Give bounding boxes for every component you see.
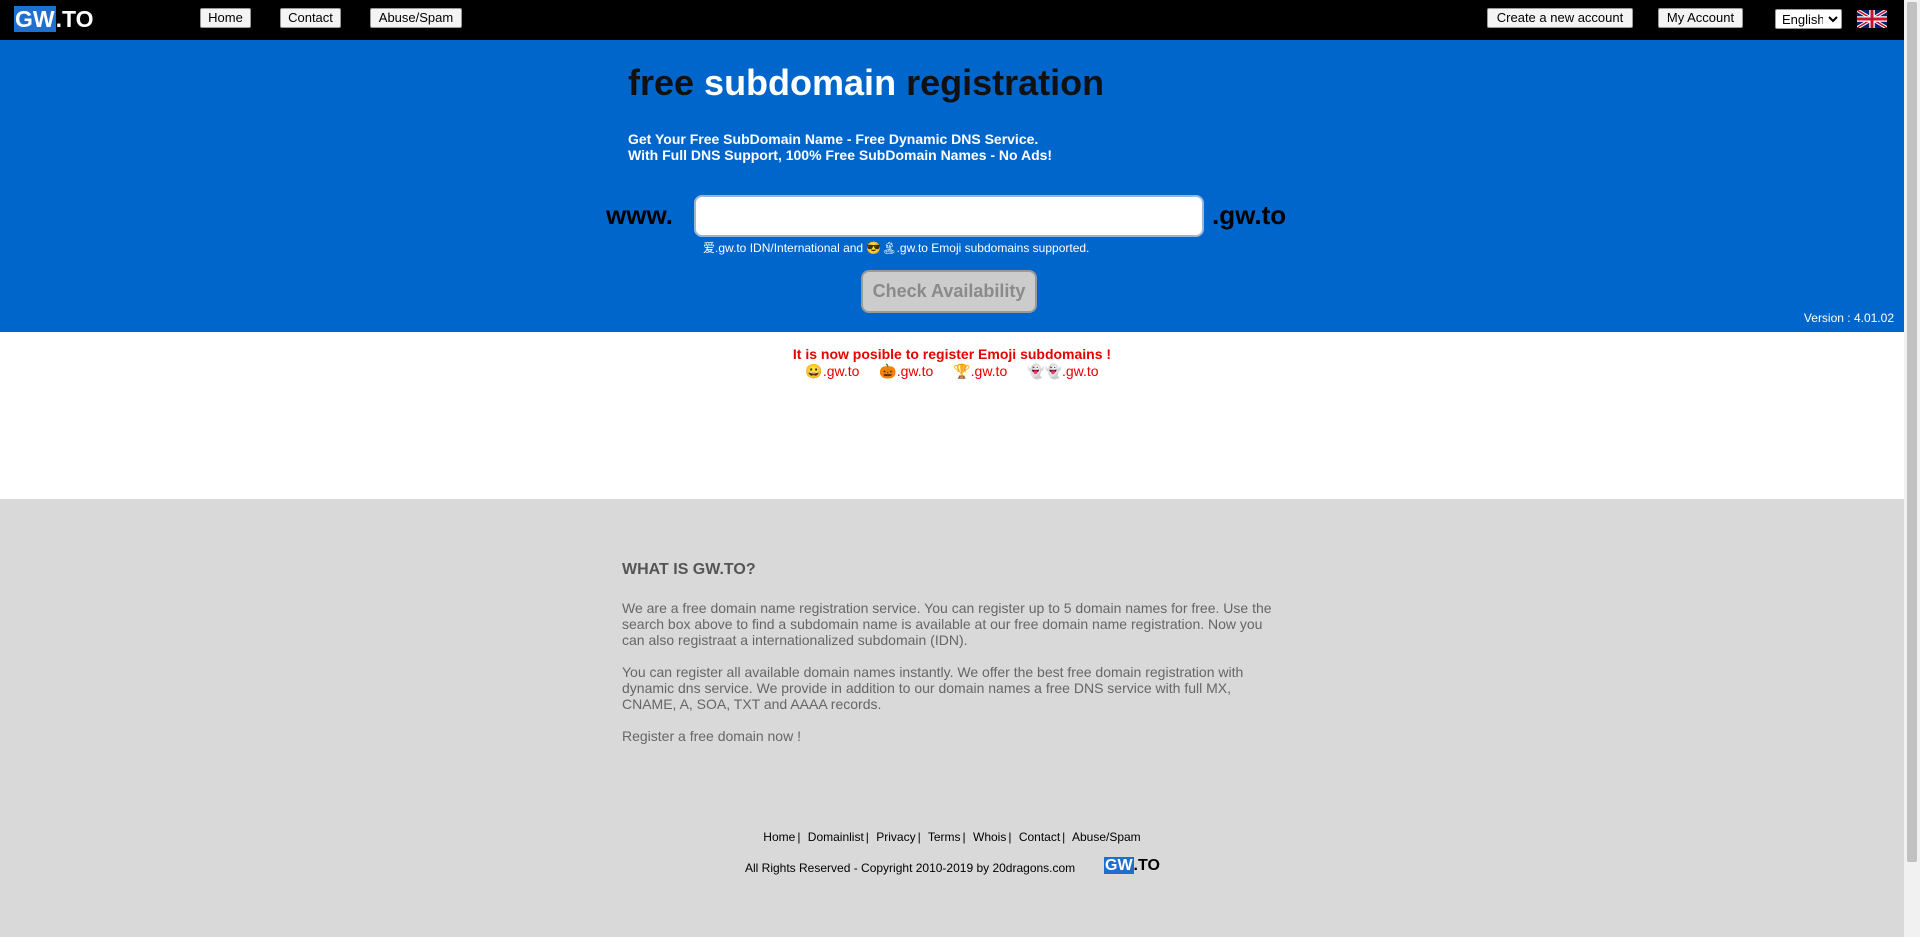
nav-abuse-button[interactable]: Abuse/Spam — [370, 8, 462, 28]
footer-link-terms[interactable]: Terms — [928, 830, 961, 844]
check-availability-button[interactable]: Check Availability — [861, 270, 1037, 313]
emoji-link[interactable]: 🏆.gw.to — [953, 363, 1007, 379]
footer-links: Home | Domainlist | Privacy | Terms | Whois |… — [763, 830, 1141, 844]
footer-link-whois[interactable]: Whois — [973, 830, 1006, 844]
page-title: free subdomain registration — [628, 62, 1104, 104]
title-part-free: free — [628, 62, 705, 103]
title-part-subdomain: subdomain — [704, 62, 897, 103]
top-navigation-bar: GW.TO Home Contact Abuse/Spam Create a n… — [0, 0, 1904, 40]
create-account-button[interactable]: Create a new account — [1487, 8, 1633, 28]
hero-section: free subdomain registration Get Your Fre… — [0, 40, 1904, 332]
footer-link-abuse[interactable]: Abuse/Spam — [1072, 830, 1141, 844]
site-logo[interactable]: GW.TO — [14, 6, 94, 32]
emoji-notice: It is now posible to register Emoji subd… — [792, 346, 1112, 362]
logo-to: .TO — [55, 6, 94, 32]
domain-suffix: .gw.to — [1212, 200, 1287, 230]
about-heading: WHAT IS GW.TO? — [622, 561, 756, 578]
my-account-button[interactable]: My Account — [1658, 8, 1743, 28]
emoji-announcement-section: It is now posible to register Emoji subd… — [0, 332, 1904, 499]
uk-flag-icon[interactable] — [1857, 10, 1887, 28]
footer-logo-to: .TO — [1133, 857, 1160, 874]
idn-support-note: 爱.gw.to IDN/International and 😎🏝.gw.to E… — [703, 241, 1090, 255]
subdomain-search-input[interactable] — [694, 195, 1204, 237]
version-label: Version : 4.01.02 — [1803, 311, 1894, 325]
about-paragraph-1: We are a free domain name registration s… — [622, 600, 1272, 648]
nav-contact-button[interactable]: Contact — [280, 8, 341, 28]
footer-link-home[interactable]: Home — [763, 830, 795, 844]
logo-gw: GW — [14, 6, 56, 32]
emoji-link[interactable]: 👻👻.gw.to — [1027, 363, 1098, 379]
footer-logo[interactable]: GW.TO — [1104, 857, 1160, 875]
scrollbar-thumb[interactable] — [1907, 2, 1917, 862]
www-prefix: www. — [606, 200, 673, 230]
footer-link-contact[interactable]: Contact — [1019, 830, 1060, 844]
footer-logo-gw: GW — [1104, 857, 1134, 874]
emoji-example-links: 😀.gw.to 🎃.gw.to 🏆.gw.to 👻👻.gw.to — [0, 363, 1904, 380]
about-paragraph-2: You can register all available domain na… — [622, 664, 1244, 712]
hero-subtitle: Get Your Free SubDomain Name - Free Dyna… — [628, 131, 1052, 163]
vertical-scrollbar[interactable] — [1904, 0, 1920, 937]
copyright-text: All Rights Reserved - Copyright 2010-201… — [745, 861, 1076, 875]
footer-link-domainlist[interactable]: Domainlist — [808, 830, 864, 844]
about-paragraph-3: Register a free domain now ! — [622, 728, 801, 744]
subtitle-line-2: With Full DNS Support, 100% Free SubDoma… — [628, 147, 1053, 163]
nav-home-button[interactable]: Home — [200, 8, 251, 28]
footer-content: WHAT IS GW.TO? We are a free domain name… — [0, 499, 1904, 937]
language-select[interactable]: English — [1775, 9, 1842, 29]
emoji-link[interactable]: 🎃.gw.to — [879, 363, 933, 379]
subtitle-line-1: Get Your Free SubDomain Name - Free Dyna… — [628, 131, 1039, 147]
title-part-registration: registration — [896, 62, 1105, 103]
footer-link-privacy[interactable]: Privacy — [876, 830, 915, 844]
emoji-link[interactable]: 😀.gw.to — [805, 363, 859, 379]
